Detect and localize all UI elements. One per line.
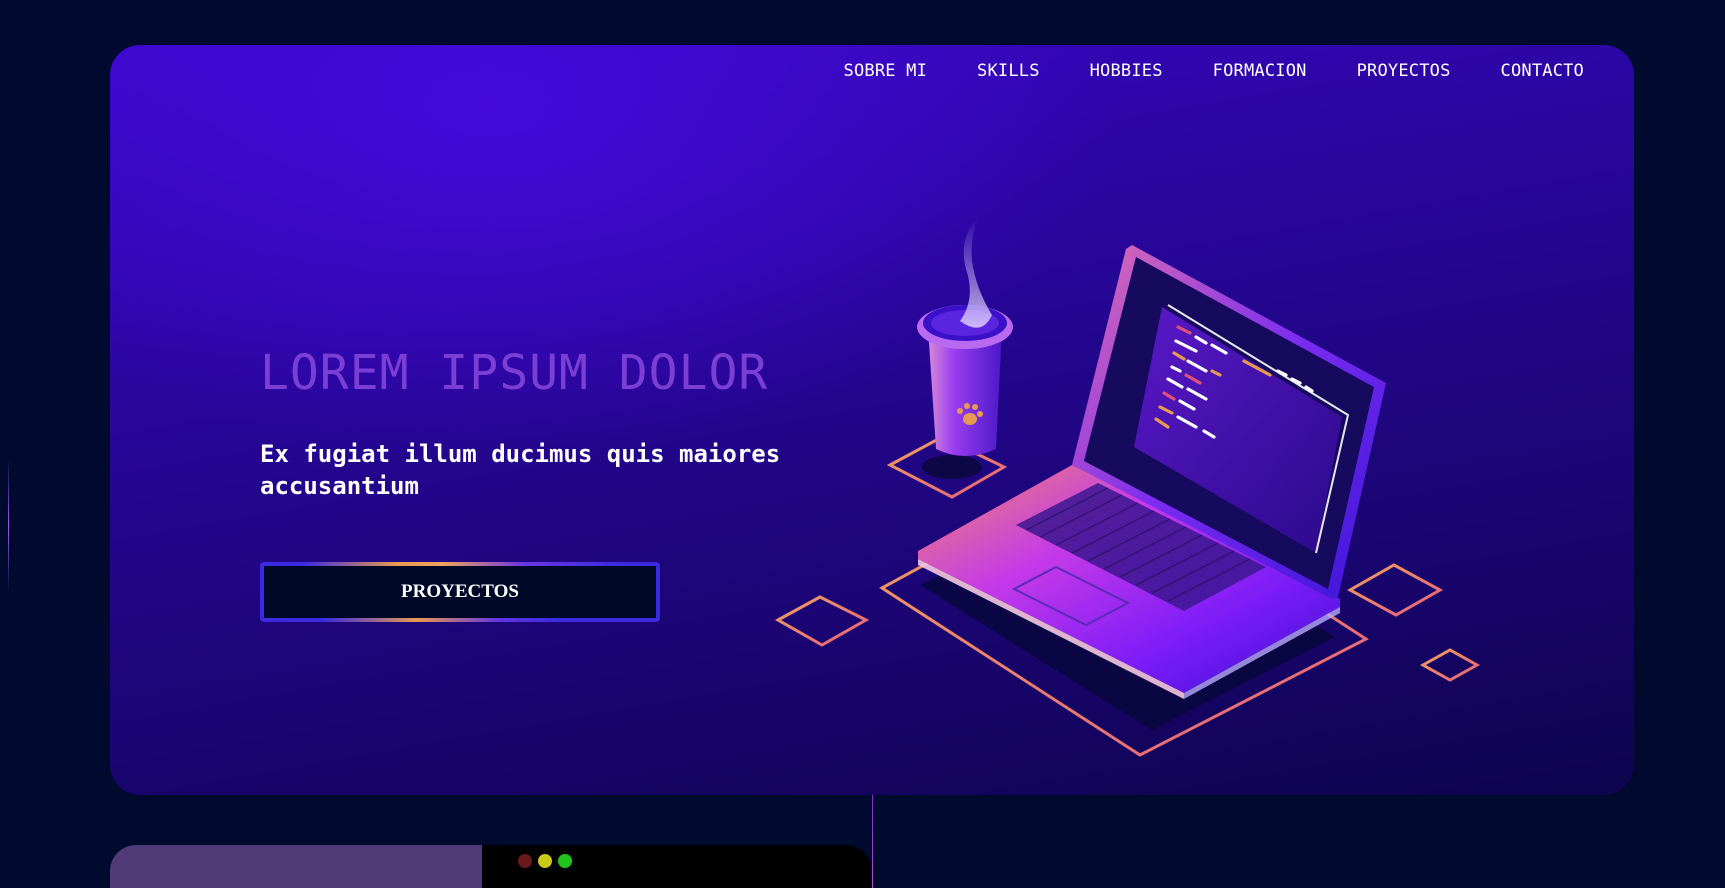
close-dot-icon[interactable] bbox=[518, 854, 532, 868]
diamond-right bbox=[1346, 563, 1444, 617]
hero-subtitle: Ex fugiat illum ducimus quis maiores acc… bbox=[260, 440, 781, 500]
preview-card-left bbox=[110, 845, 482, 888]
main-nav: SOBRE MI SKILLS HOBBIES FORMACION PROYEC… bbox=[844, 61, 1584, 81]
minimize-dot-icon[interactable] bbox=[538, 854, 552, 868]
window-controls bbox=[518, 854, 572, 868]
page: SOBRE MI SKILLS HOBBIES FORMACION PROYEC… bbox=[0, 0, 1725, 888]
maximize-dot-icon[interactable] bbox=[558, 854, 572, 868]
diamond-left bbox=[774, 595, 870, 647]
nav-item-contacto[interactable]: CONTACTO bbox=[1501, 61, 1584, 81]
hero-title: LOREM IPSUM DOLOR bbox=[260, 345, 769, 401]
nav-item-proyectos[interactable]: PROYECTOS bbox=[1357, 61, 1451, 81]
laptop-coffee-illustration bbox=[774, 217, 1481, 757]
decorative-line bbox=[872, 795, 873, 888]
nav-item-skills[interactable]: SKILLS bbox=[977, 61, 1040, 81]
hero-section: SOBRE MI SKILLS HOBBIES FORMACION PROYEC… bbox=[110, 45, 1634, 795]
proyectos-button[interactable]: PROYECTOS bbox=[260, 562, 660, 622]
nav-item-hobbies[interactable]: HOBBIES bbox=[1090, 61, 1163, 81]
nav-item-formacion[interactable]: FORMACION bbox=[1213, 61, 1307, 81]
terminal-window bbox=[482, 845, 872, 888]
proyectos-button-label: PROYECTOS bbox=[401, 581, 519, 602]
decorative-line bbox=[8, 458, 9, 593]
nav-item-sobre-mi[interactable]: SOBRE MI bbox=[844, 61, 927, 81]
diamond-small bbox=[1419, 648, 1481, 682]
